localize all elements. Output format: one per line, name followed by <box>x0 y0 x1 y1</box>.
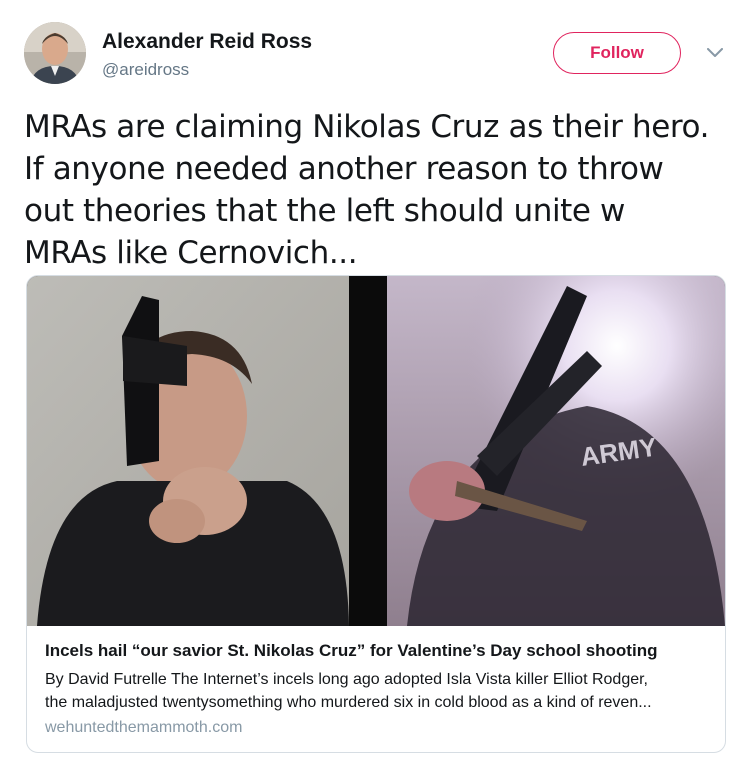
author-name[interactable]: Alexander Reid Ross <box>102 30 312 54</box>
chevron-down-icon[interactable] <box>704 42 726 64</box>
link-card[interactable]: ARMY Incels hail “our savior St. Nikolas… <box>26 275 726 753</box>
tweet-text-line: If anyone needed another reason to throw <box>24 151 664 187</box>
card-description: By David Futrelle The Internet’s incels … <box>45 668 709 714</box>
tweet-text-line: out theories that the left should unite … <box>24 193 625 229</box>
card-body: Incels hail “our savior St. Nikolas Cruz… <box>45 640 709 737</box>
follow-button[interactable]: Follow <box>553 32 681 74</box>
tweet-text: MRAs are claiming Nikolas Cruz as their … <box>24 106 724 274</box>
tweet: Alexander Reid Ross @areidross Follow MR… <box>0 0 749 764</box>
card-title[interactable]: Incels hail “our savior St. Nikolas Cruz… <box>45 640 709 662</box>
tweet-text-line: MRAs like Cernovich... <box>24 235 358 271</box>
avatar-photo <box>24 22 86 84</box>
avatar[interactable] <box>24 22 86 84</box>
card-description-line: the maladjusted twentysomething who murd… <box>45 694 652 711</box>
card-image: ARMY <box>27 276 725 626</box>
card-domain[interactable]: wehuntedthemammoth.com <box>45 719 709 737</box>
tweet-text-line: MRAs are claiming Nikolas Cruz as their … <box>24 109 710 145</box>
author-handle[interactable]: @areidross <box>102 60 189 80</box>
card-description-line: By David Futrelle The Internet’s incels … <box>45 671 648 688</box>
